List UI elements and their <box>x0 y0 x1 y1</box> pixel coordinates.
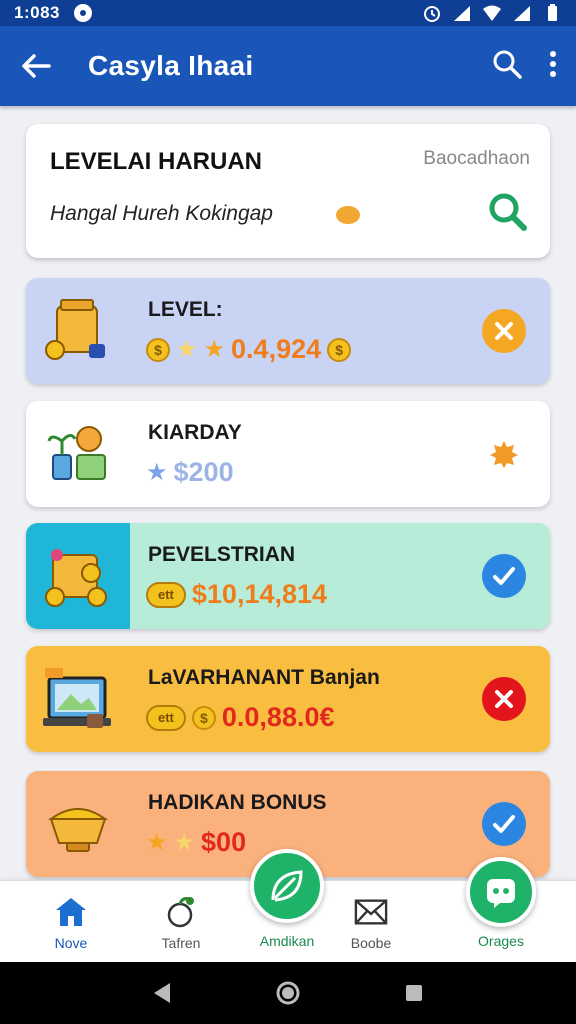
check-icon <box>493 815 515 833</box>
plant-icon <box>167 897 194 928</box>
task-thumbnail <box>26 523 130 629</box>
task-thumbnail <box>26 771 130 877</box>
nav-label: Tafren <box>161 935 201 951</box>
nav-label: Nove <box>54 935 88 951</box>
coin-icon: $ <box>191 705 216 730</box>
app-bar: Casyla Ihaai <box>0 26 576 106</box>
task-close-button[interactable] <box>482 677 526 721</box>
task-card-lavarhanant[interactable]: LaVARHANANT Banjan ett $ 0.0,88.0€ <box>26 646 550 752</box>
system-back-icon[interactable] <box>152 982 172 1004</box>
chat-icon <box>487 879 515 908</box>
gold-bowl-icon <box>47 808 109 852</box>
leaf-icon <box>271 870 303 902</box>
check-icon <box>493 567 515 585</box>
bottom-navigation: Nove Tafren Amdikan Boobe Orages <box>0 849 576 963</box>
content-area: LEVELAI HARUAN Baocadhaon Hangal Hureh K… <box>0 106 576 880</box>
system-recents-icon[interactable] <box>404 983 424 1003</box>
back-button[interactable] <box>18 48 54 84</box>
task-thumbnail <box>26 401 130 507</box>
battery-icon <box>548 4 557 21</box>
task-check-button[interactable] <box>482 802 526 846</box>
task-title: HADIKAN BONUS <box>148 791 327 814</box>
task-title: PEVELSTRIAN <box>148 543 296 566</box>
task-card-pevelstrian[interactable]: PEVELSTRIAN ett $10,14,814 <box>26 523 550 629</box>
task-title: KIARDAY <box>148 421 242 444</box>
header-side-text: Baocadhaon <box>423 148 530 169</box>
mail-icon <box>354 899 388 925</box>
signal-icon <box>454 6 470 21</box>
task-value: 0.4,924 <box>231 334 322 364</box>
star-icon: ★ <box>203 335 226 363</box>
nav-label: Orages <box>478 933 524 949</box>
status-bar: 1:083 <box>0 0 576 26</box>
coin-icon: $ <box>327 337 352 362</box>
task-card-kiarday[interactable]: KIARDAY ★ $200 <box>26 401 550 507</box>
header-subtitle: Hangal Hureh Kokingap <box>50 202 273 225</box>
badge-icon <box>490 441 518 468</box>
notification-icon <box>73 4 92 22</box>
orange-dot-icon <box>336 206 360 224</box>
task-value: $10,14,814 <box>191 579 328 609</box>
task-check-button[interactable] <box>482 554 526 598</box>
wallet-icon <box>45 549 107 607</box>
task-thumbnail <box>26 278 130 384</box>
task-title: LaVARHANANT Banjan <box>148 666 380 689</box>
green-search-icon[interactable] <box>486 190 528 232</box>
task-card-level[interactable]: LEVEL: $ ★ ★ 0.4,924 $ <box>26 278 550 384</box>
task-value: $200 <box>173 457 234 487</box>
star-icon: ★ <box>146 828 168 856</box>
ticket-pill: ett <box>146 704 186 731</box>
task-value: $00 <box>201 827 247 857</box>
status-time: 1:083 <box>14 3 60 22</box>
back-arrow-icon <box>22 54 51 78</box>
task-value: 0.0,88.0€ <box>221 702 335 732</box>
plant-pot-icon <box>47 426 106 480</box>
coin-icon: $ <box>146 337 170 362</box>
star-icon: ★ <box>146 458 168 486</box>
app-title: Casyla Ihaai <box>88 50 254 81</box>
ticket-pill: ett <box>146 581 186 608</box>
nav-item-tafren[interactable]: Tafren <box>126 881 236 963</box>
coin-jar-icon <box>45 299 105 360</box>
nav-item-boobe[interactable]: Boobe <box>316 881 426 963</box>
close-icon <box>495 690 513 708</box>
wifi-icon <box>483 5 501 21</box>
home-icon <box>56 898 86 926</box>
system-home-icon[interactable] <box>275 980 301 1006</box>
laptop-icon <box>43 668 111 728</box>
header-title: LEVELAI HARUAN <box>50 148 263 175</box>
nav-label: Boobe <box>350 935 392 951</box>
alarm-icon <box>424 6 440 22</box>
star-icon: ★ <box>173 828 196 856</box>
search-icon <box>493 50 522 79</box>
close-icon <box>495 322 513 340</box>
nav-fab-amdikan[interactable] <box>250 849 324 923</box>
task-badge-button[interactable] <box>482 432 526 476</box>
signal-strength-icon <box>514 6 530 21</box>
star-icon: ★ <box>176 335 198 363</box>
status-icons <box>422 4 562 22</box>
system-navigation-bar <box>0 962 576 1024</box>
more-menu-button[interactable] <box>548 50 558 83</box>
nav-item-home[interactable]: Nove <box>16 881 126 963</box>
task-close-button[interactable] <box>482 309 526 353</box>
nav-fab-orages[interactable] <box>466 857 536 927</box>
task-thumbnail <box>26 646 130 752</box>
more-vert-icon <box>550 50 556 77</box>
task-title: LEVEL: <box>148 298 223 321</box>
search-button[interactable] <box>492 49 522 84</box>
level-header-card[interactable]: LEVELAI HARUAN Baocadhaon Hangal Hureh K… <box>26 124 550 258</box>
